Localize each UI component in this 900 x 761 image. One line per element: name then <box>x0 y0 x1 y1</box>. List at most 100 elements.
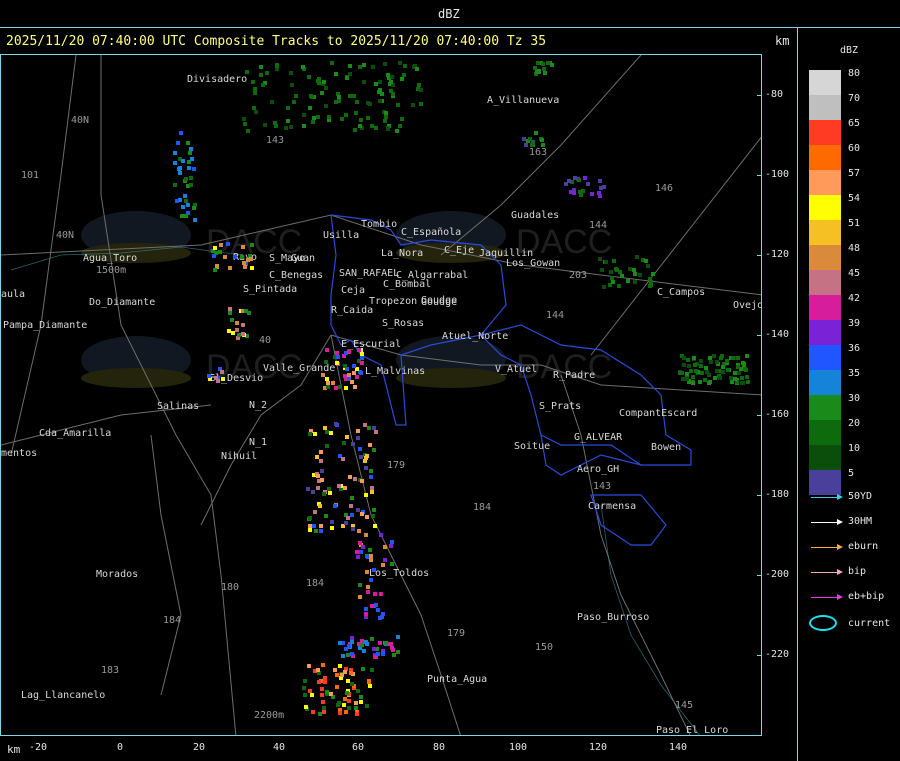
current-ellipse-icon <box>809 615 837 631</box>
echo-cell <box>586 182 590 186</box>
echo-cell <box>270 100 274 104</box>
place-label: Guadales <box>511 210 560 221</box>
echo-cell <box>320 478 324 482</box>
echo-cell <box>369 469 373 473</box>
echo-cell <box>259 73 263 77</box>
legend-swatch <box>809 345 841 370</box>
place-label: C_Bombal <box>383 279 432 290</box>
echo-cell <box>246 129 250 133</box>
place-label: Los_Toldos <box>369 568 430 579</box>
legend-swatch <box>809 195 841 220</box>
echo-cell <box>359 695 363 699</box>
echo-cell <box>173 161 177 165</box>
road-label: 183 <box>101 665 120 676</box>
y-tick-label: -160 <box>765 409 790 420</box>
echo-cell <box>419 102 423 106</box>
echo-cell <box>721 370 725 374</box>
echo-cell <box>350 682 354 686</box>
legend-level-label: 30 <box>848 393 861 404</box>
echo-cell <box>372 647 376 651</box>
track-legend-label: bip <box>848 566 867 577</box>
place-label: Carmensa <box>588 501 637 512</box>
echo-cell <box>184 214 188 218</box>
echo-cell <box>344 386 348 390</box>
legend-swatch <box>809 445 841 470</box>
echo-cell <box>358 595 362 599</box>
echo-cell <box>301 65 305 69</box>
echo-cell <box>366 101 370 105</box>
echo-cell <box>745 375 749 379</box>
legend-level-label: 10 <box>848 443 861 454</box>
echo-cell <box>306 487 310 491</box>
echo-cell <box>725 359 729 363</box>
echo-cell <box>289 125 293 129</box>
echo-cell <box>338 385 342 389</box>
echo-cell <box>628 267 632 271</box>
place-label: V_Atuel <box>495 364 538 375</box>
echo-cell <box>343 486 347 490</box>
echo-cell <box>543 71 547 75</box>
echo-cell <box>381 612 385 616</box>
echo-cell <box>380 92 384 96</box>
arrow-head-icon <box>837 544 843 550</box>
echo-cell <box>320 693 324 697</box>
place-label: Cda_Amarilla <box>39 428 112 439</box>
echo-cell <box>383 62 387 66</box>
echo-cell <box>359 700 363 704</box>
echo-cell <box>330 526 334 530</box>
road-label: 180 <box>221 582 240 593</box>
echo-cell <box>707 381 711 385</box>
road-label: 40N <box>56 230 75 241</box>
echo-cell <box>359 550 363 554</box>
legend-level-label: 20 <box>848 418 861 429</box>
echo-cell <box>378 80 382 84</box>
echo-cell <box>350 652 354 656</box>
arrow-line-icon <box>811 522 839 523</box>
track-legend-label: eb+bip <box>848 591 885 602</box>
echo-cell <box>700 371 704 375</box>
road-label: 179 <box>447 628 466 639</box>
x-tick-label: 0 <box>117 742 124 753</box>
echo-cell <box>369 475 373 479</box>
track-legend-item: eb+bip <box>809 591 899 605</box>
echo-cell <box>360 361 364 365</box>
echo-cell <box>220 370 224 374</box>
echo-cell <box>366 585 370 589</box>
echo-cell <box>324 514 328 518</box>
echo-cell <box>176 141 180 145</box>
echo-cell <box>251 80 255 84</box>
place-label: Ceja <box>341 285 366 296</box>
road-label: 146 <box>655 183 674 194</box>
echo-cell <box>340 117 344 121</box>
echo-cell <box>709 360 713 364</box>
echo-cell <box>359 118 363 122</box>
echo-cell <box>352 364 356 368</box>
echo-cell <box>567 179 571 183</box>
y-tick-mark <box>757 415 762 416</box>
echo-cell <box>311 710 315 714</box>
radar-map[interactable]: DACC DACC DACC DACC Divisadero A_Villanu… <box>0 54 762 736</box>
echo-cell <box>320 91 324 95</box>
x-tick-label: 80 <box>433 742 446 753</box>
echo-cell <box>350 496 354 500</box>
echo-cell <box>367 679 371 683</box>
echo-cell <box>189 176 193 180</box>
echo-cell <box>378 616 382 620</box>
panel-divider <box>797 28 798 761</box>
legend-level-label: 5 <box>848 468 855 479</box>
place-label: Nihuil <box>221 451 258 462</box>
echo-cell <box>383 545 387 549</box>
place-label: E_Escurial <box>341 339 402 350</box>
echo-cell <box>530 143 534 147</box>
echo-cell <box>189 183 193 187</box>
echo-cell <box>693 363 697 367</box>
echo-cell <box>362 80 366 84</box>
echo-cell <box>292 100 296 104</box>
echo-cell <box>319 529 323 533</box>
echo-cell <box>712 354 716 358</box>
echo-cell <box>352 94 356 98</box>
echo-cell <box>400 77 404 81</box>
echo-cell <box>243 122 247 126</box>
composite-title: 2025/11/20 07:40:00 UTC Composite Tracks… <box>6 34 547 49</box>
current-label: current <box>848 618 891 629</box>
